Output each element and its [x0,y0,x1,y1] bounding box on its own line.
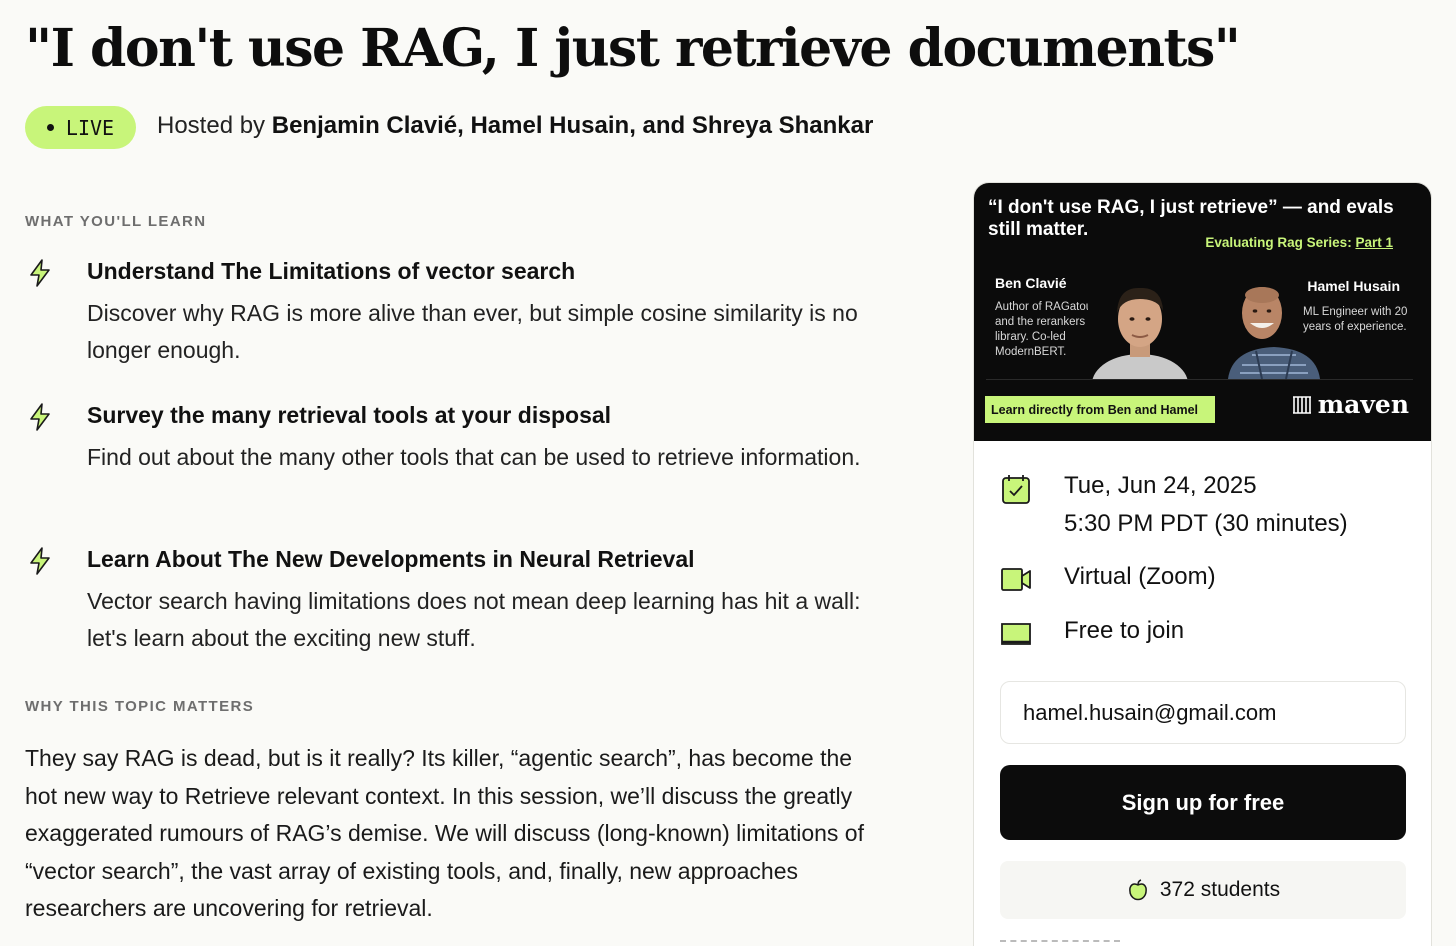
learn-item-title: Learn About The New Developments in Neur… [87,546,695,572]
learn-item-description: Find out about the many other tools that… [87,444,861,470]
students-count: 372 students [1000,861,1406,919]
ticket-icon [1001,623,1031,645]
why-topic-text: They say RAG is dead, but is it really? … [25,745,864,921]
event-price: Free to join [1064,617,1185,644]
host-names[interactable]: Benjamin Clavié, Hamel Husain, and Shrey… [272,112,874,139]
learn-item-description: Discover why RAG is more alive than ever… [87,300,858,363]
live-label: LIVE [65,115,115,140]
live-badge: LIVE [25,106,136,149]
card-divider [1000,940,1120,944]
series-prefix: Evaluating Rag Series: [1205,235,1352,250]
maven-logo-icon [1292,395,1311,414]
bolt-icon [30,547,50,575]
series-part-link[interactable]: Part 1 [1355,235,1393,250]
email-field[interactable]: hamel.husain@gmail.com [1000,681,1406,744]
video-camera-icon [1001,568,1031,591]
banner-divider [986,379,1413,380]
page-title: "I don't use RAG, I just retrieve docume… [25,18,1241,79]
event-location: Virtual (Zoom) [1064,563,1216,590]
event-time: 5:30 PM PDT (30 minutes) [1064,510,1348,537]
apple-icon [1128,879,1147,901]
event-banner: “I don't use RAG, I just retrieve” — and… [974,183,1431,441]
speaker1-name: Ben Clavié [995,275,1067,291]
banner-series: Evaluating Rag Series: Part 1 [1205,235,1393,250]
location-row: Virtual (Zoom) [1000,563,1216,596]
learn-item-title: Survey the many retrieval tools at your … [87,402,612,428]
calendar-check-icon [1002,475,1030,504]
learn-item-title: Understand The Limitations of vector sea… [87,258,576,284]
speaker1-photo [1088,279,1192,379]
maven-brand-text: maven [1317,390,1409,419]
learn-section-label: WHAT YOU'LL LEARN [25,213,207,230]
hosted-by: Hosted by Benjamin Clavié, Hamel Husain,… [157,112,873,140]
speaker2-bio: ML Engineer with 20 years of experience. [1303,306,1408,333]
live-dot-icon [46,124,54,131]
signup-button[interactable]: Sign up for free [1000,765,1406,840]
learn-directly-tag: Learn directly from Ben and Hamel [985,396,1215,423]
students-count-label: 372 students [1159,878,1281,901]
event-card: “I don't use RAG, I just retrieve” — and… [973,182,1432,946]
event-date: Tue, Jun 24, 2025 [1064,472,1257,499]
maven-logo: maven [1292,390,1409,419]
bolt-icon [30,403,50,431]
speaker2-name: Hamel Husain [1307,278,1400,294]
why-section-label: WHY THIS TOPIC MATTERS [25,698,255,715]
date-row: Tue, Jun 24, 2025 5:30 PM PDT (30 minute… [1000,472,1348,537]
learn-item-description: Vector search having limitations does no… [87,588,861,651]
bolt-icon [30,259,50,287]
hosted-prefix: Hosted by [157,112,266,139]
price-row: Free to join [1000,617,1184,650]
